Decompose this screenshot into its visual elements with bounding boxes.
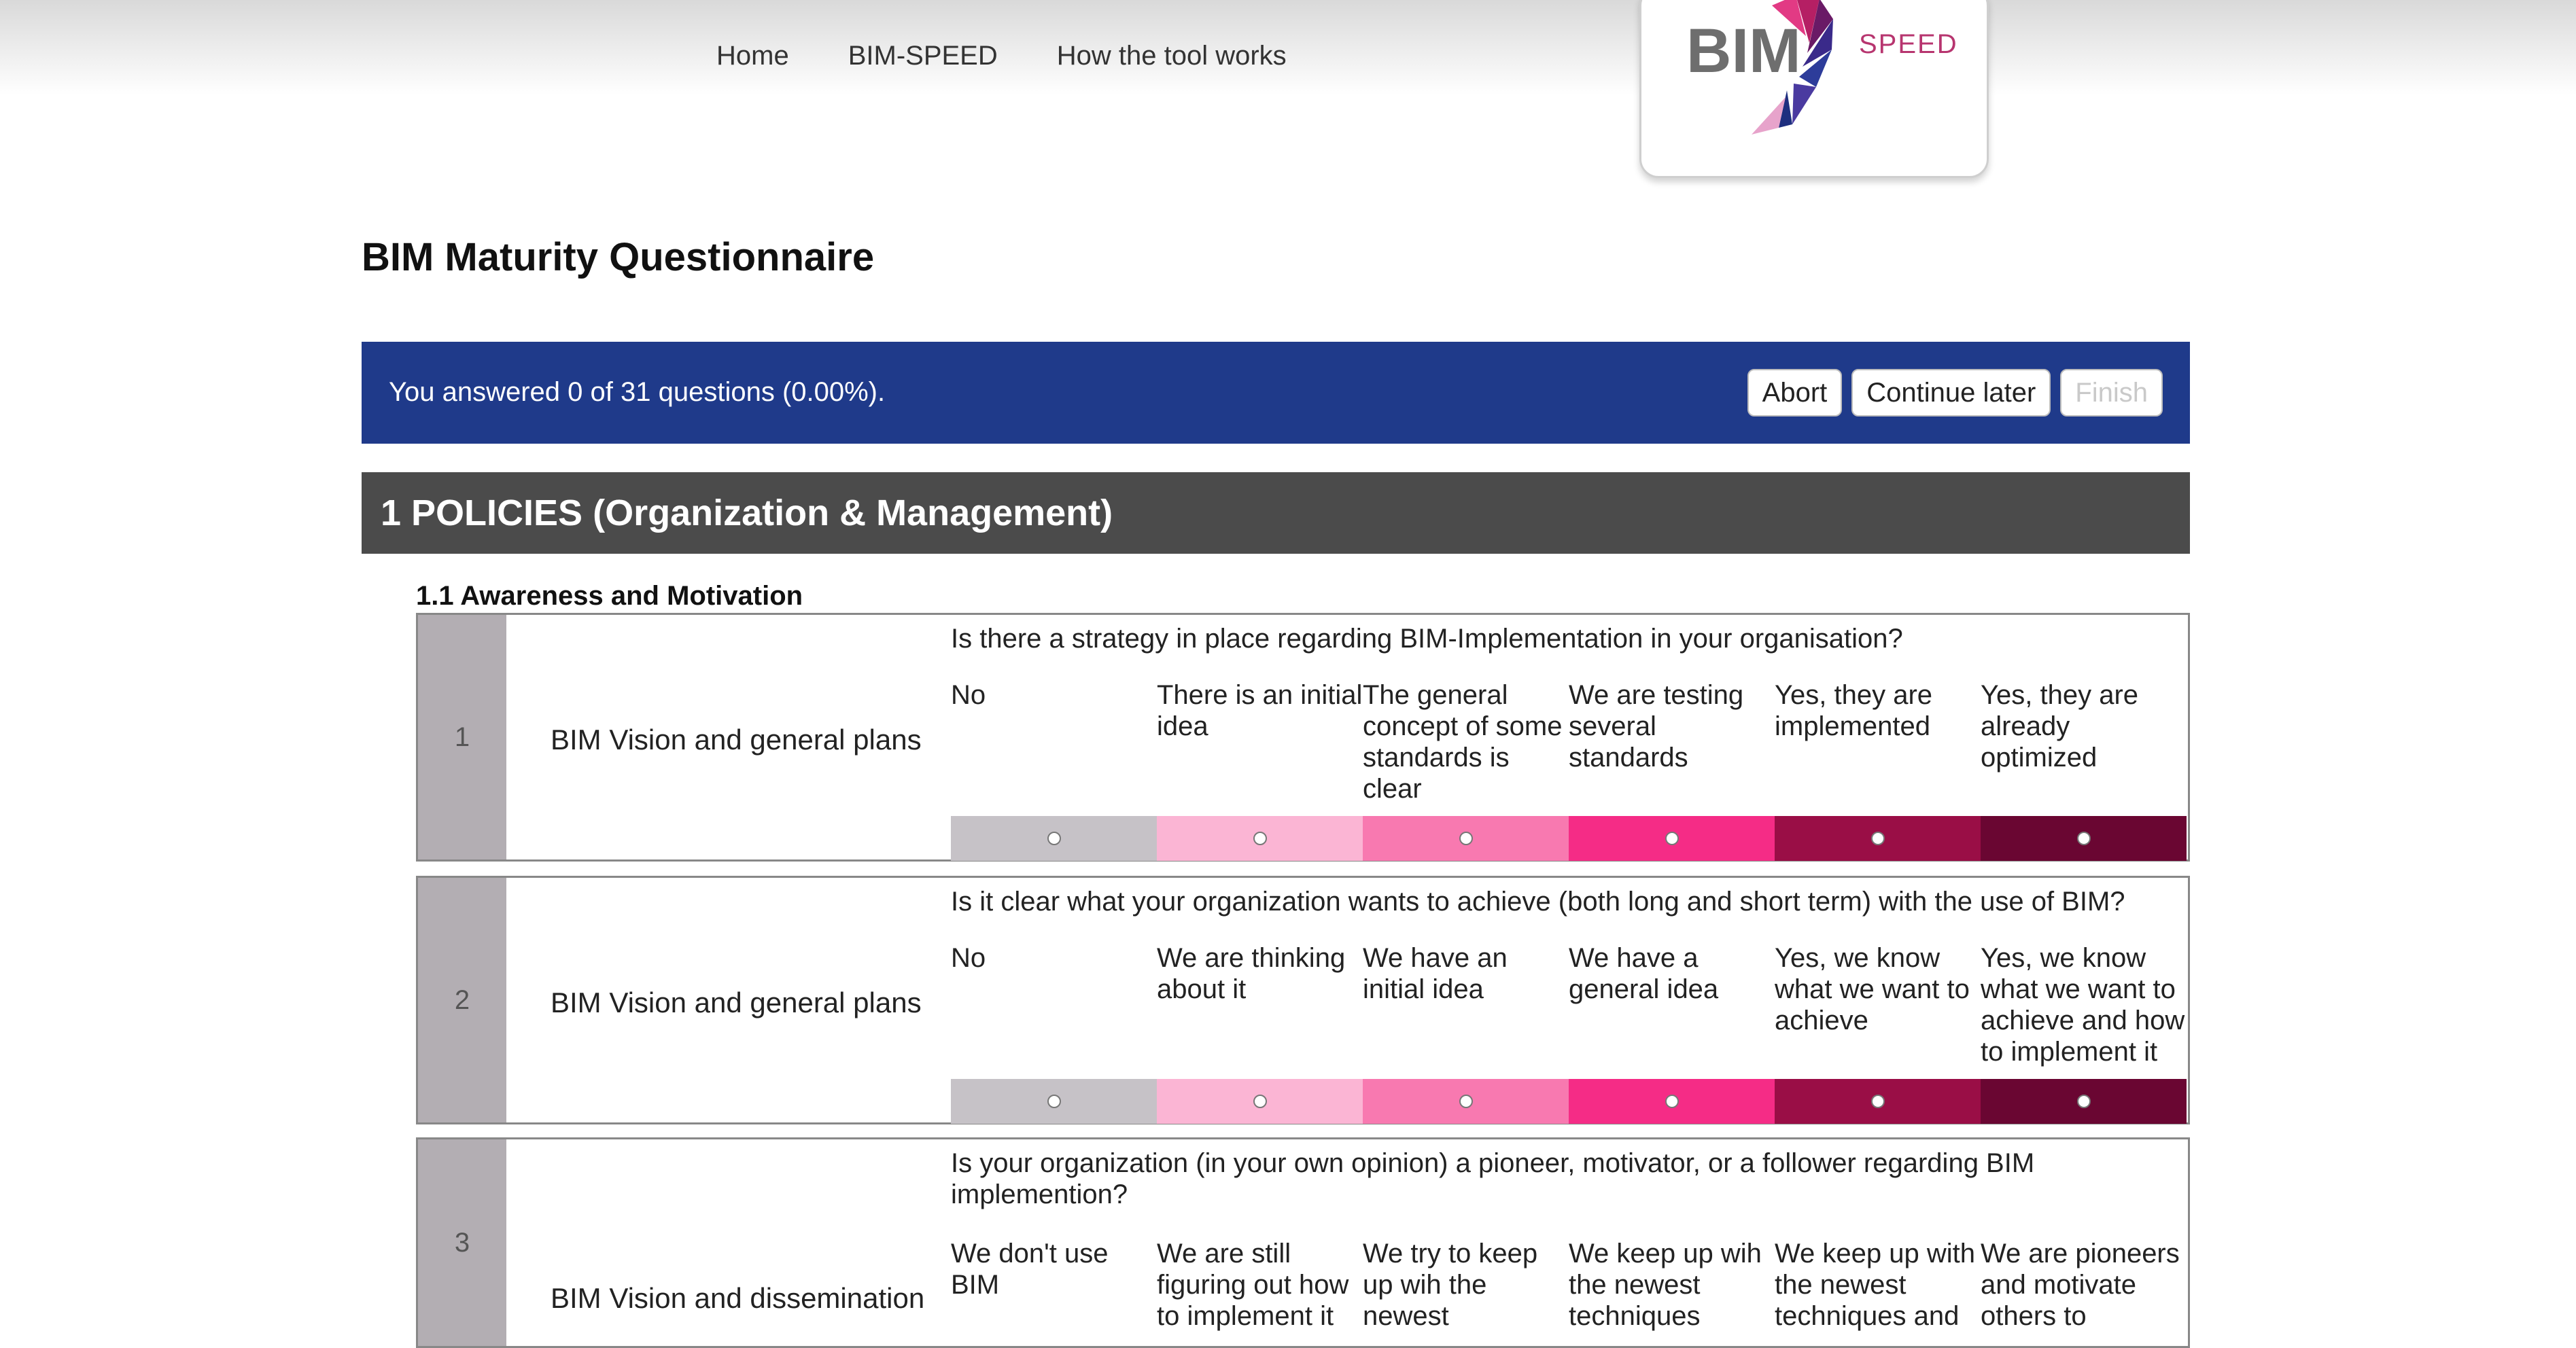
answer-option-label: The general concept of some standards is… [1363, 680, 1563, 804]
subsection-title: 1.1 Awareness and Motivation [416, 581, 803, 611]
continue-later-button[interactable]: Continue later [1851, 369, 2051, 416]
nav-how-tool-works-link[interactable]: How the tool works [1057, 41, 1287, 71]
answer-option-label: Yes, we know what we want to achieve [1775, 943, 1970, 1035]
abort-button[interactable]: Abort [1747, 369, 1843, 416]
scale-option-1[interactable] [951, 1079, 1157, 1124]
radio-button[interactable] [1870, 832, 1885, 845]
answer-option-label: We try to keep up wih the newest [1363, 1239, 1538, 1331]
scale-option-3[interactable] [1363, 1079, 1569, 1124]
radio-button[interactable] [1459, 1095, 1473, 1108]
radio-button[interactable] [1665, 832, 1679, 845]
question-topic: BIM Vision and dissemination [551, 1282, 925, 1314]
answer-option-label: We are thinking about it [1157, 943, 1346, 1004]
answer-option-label: Yes, we know what we want to achieve and… [1981, 943, 2185, 1067]
question-card: 3 BIM Vision and dissemination Is your o… [416, 1137, 2190, 1348]
finish-button[interactable]: Finish [2060, 369, 2163, 416]
question-number: 1 [418, 615, 506, 859]
answer-option-label: Yes, they are implemented [1775, 680, 1933, 741]
scale-option-6[interactable] [1981, 816, 2187, 861]
radio-button[interactable] [1459, 832, 1473, 845]
scale-option-5[interactable] [1775, 1079, 1981, 1124]
scale-option-1[interactable] [951, 816, 1157, 861]
header-background [0, 0, 2576, 95]
answer-option-label: We are testing several standards [1569, 680, 1744, 773]
answer-option-label: We have a general idea [1569, 943, 1719, 1004]
answer-option-label: We are pioneers and motivate others to [1981, 1239, 2180, 1331]
scale-option-5[interactable] [1775, 816, 1981, 861]
questionnaire-actions: Abort Continue later Finish [1747, 369, 2163, 416]
answer-option-label: No [951, 680, 986, 710]
answer-option-label: Yes, they are already optimized [1981, 680, 2139, 773]
answer-options: No We are thinking about it We have an i… [951, 942, 2187, 1067]
answer-option-label: We are still figuring out how to impleme… [1157, 1239, 1349, 1331]
radio-button[interactable] [1665, 1095, 1679, 1108]
main-nav: Home BIM-SPEED How the tool works [716, 41, 1287, 71]
radio-button[interactable] [1870, 1095, 1885, 1108]
scale-option-3[interactable] [1363, 816, 1569, 861]
question-text: Is it clear what your organization wants… [951, 887, 2125, 917]
nav-home-link[interactable]: Home [716, 41, 789, 71]
radio-button[interactable] [2076, 832, 2091, 845]
question-number: 2 [418, 878, 506, 1122]
answer-options: We don't use BIM We are still figuring o… [951, 1238, 2187, 1332]
bim-speed-logo[interactable]: BIM SPEED [1639, 0, 1989, 178]
question-topic: BIM Vision and general plans [551, 724, 922, 756]
answer-option-label: There is an initial idea [1157, 680, 1363, 741]
scale-option-4[interactable] [1569, 1079, 1775, 1124]
answer-scale [951, 1079, 2187, 1124]
question-topic: BIM Vision and general plans [551, 987, 922, 1018]
answer-option-label: No [951, 943, 986, 973]
answer-options: No There is an initial idea The general … [951, 679, 2187, 804]
radio-button[interactable] [2076, 1095, 2091, 1108]
page-title: BIM Maturity Questionnaire [362, 235, 875, 279]
logo-speed-text: SPEED [1859, 29, 1958, 59]
question-number: 3 [418, 1139, 506, 1346]
scale-option-2[interactable] [1157, 1079, 1363, 1124]
scale-option-4[interactable] [1569, 816, 1775, 861]
question-card: 2 BIM Vision and general plans Is it cle… [416, 876, 2190, 1124]
radio-button[interactable] [1253, 1095, 1267, 1108]
section-header: 1 POLICIES (Organization & Management) [362, 472, 2190, 554]
answer-option-label: We keep up wih the newest techniques [1569, 1239, 1762, 1331]
answer-option-label: We don't use BIM [951, 1239, 1109, 1300]
logo-bim-text: BIM [1686, 16, 1801, 86]
answer-option-label: We have an initial idea [1363, 943, 1508, 1004]
question-text: Is your organization (in your own opinio… [951, 1148, 2035, 1209]
scale-option-6[interactable] [1981, 1079, 2187, 1124]
radio-button[interactable] [1047, 832, 1061, 845]
answer-option-label: We keep up with the newest techniques an… [1775, 1239, 1975, 1331]
scale-option-2[interactable] [1157, 816, 1363, 861]
question-text: Is there a strategy in place regarding B… [951, 624, 1903, 654]
question-card: 1 BIM Vision and general plans Is there … [416, 613, 2190, 862]
progress-text: You answered 0 of 31 questions (0.00%). [389, 377, 886, 407]
nav-bim-speed-link[interactable]: BIM-SPEED [848, 41, 998, 71]
radio-button[interactable] [1253, 832, 1267, 845]
radio-button[interactable] [1047, 1095, 1061, 1108]
progress-bar: You answered 0 of 31 questions (0.00%). … [362, 342, 2190, 444]
answer-scale [951, 816, 2187, 861]
